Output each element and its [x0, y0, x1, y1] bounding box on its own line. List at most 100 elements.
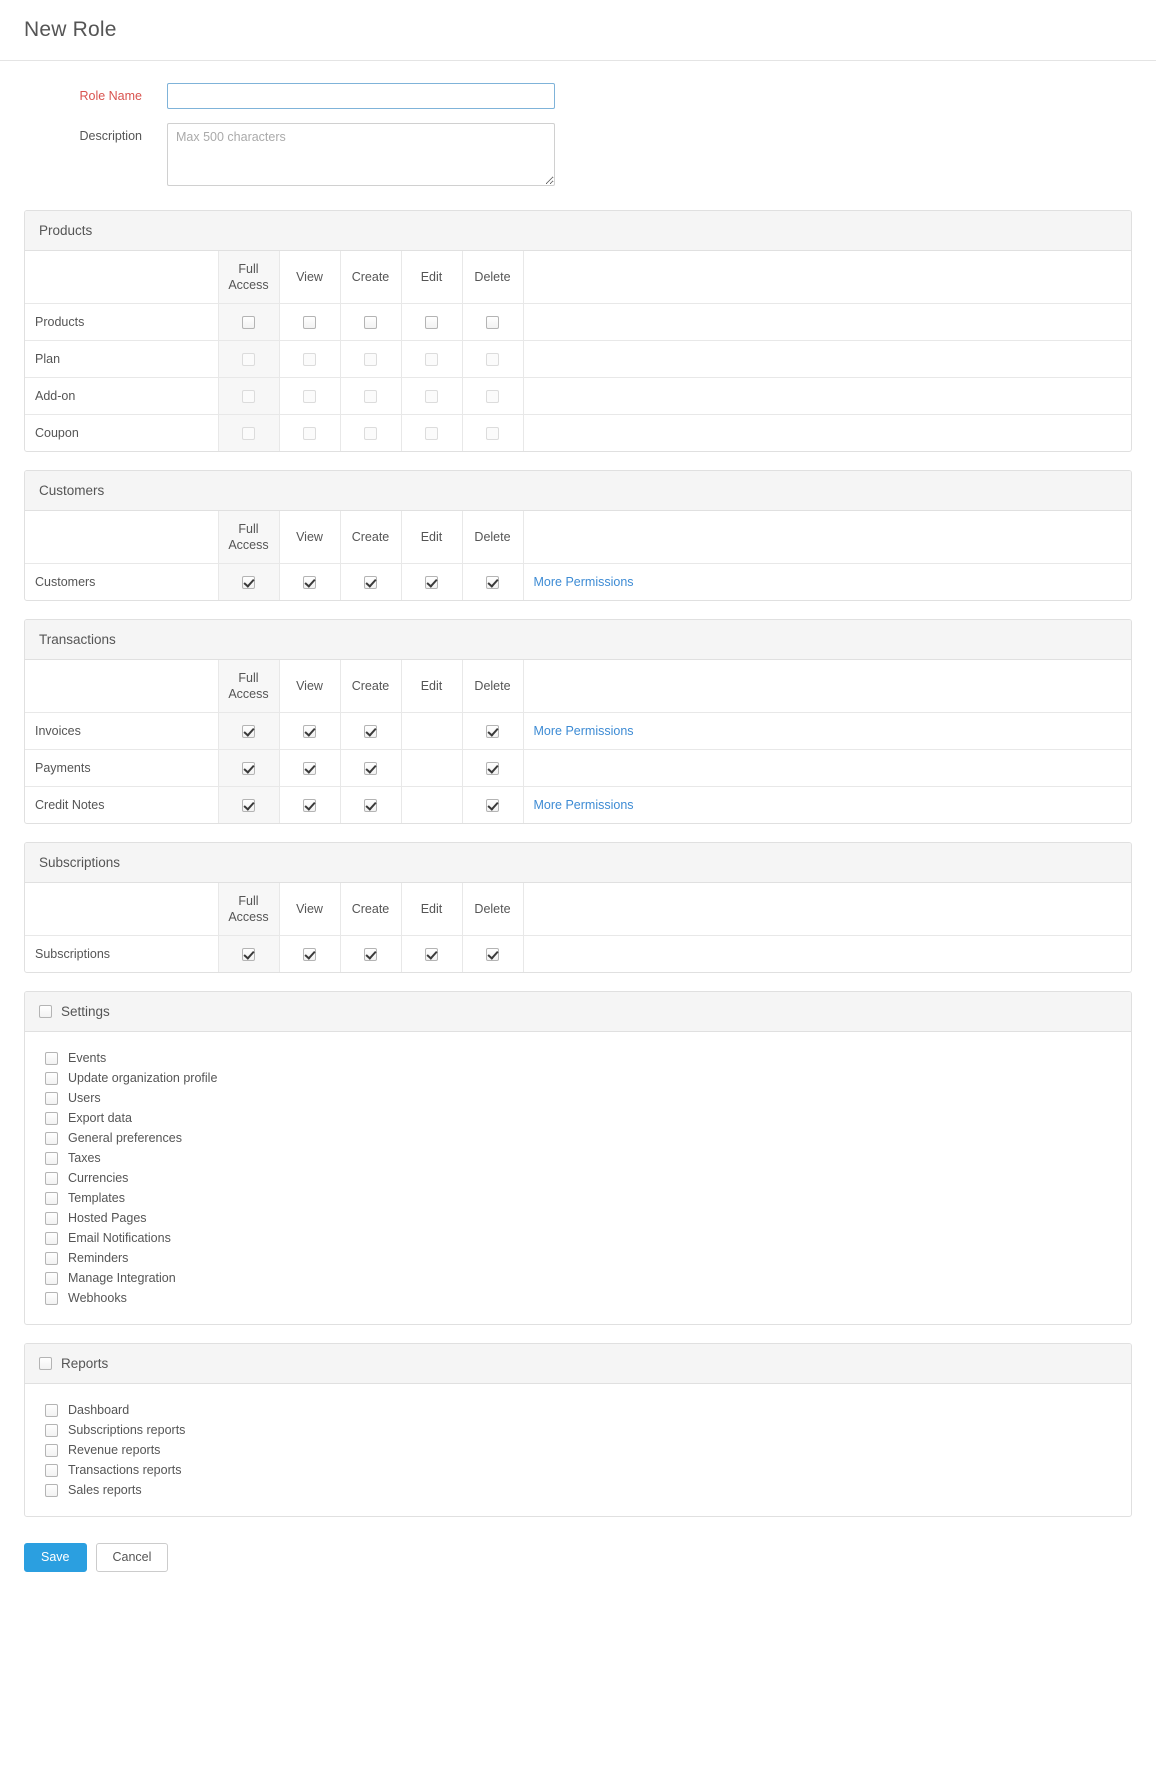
permission-checkbox-full-access[interactable]	[242, 762, 255, 776]
permission-checkbox-view[interactable]	[303, 799, 316, 813]
list-item[interactable]: Sales reports	[45, 1480, 1131, 1500]
list-item[interactable]: Events	[45, 1048, 1131, 1068]
list-item[interactable]: Currencies	[45, 1168, 1131, 1188]
option-checkbox[interactable]	[45, 1291, 58, 1305]
option-checkbox[interactable]	[45, 1071, 58, 1085]
panel-title: Settings	[61, 1004, 110, 1019]
permission-checkbox-create[interactable]	[364, 725, 377, 739]
list-item[interactable]: Email Notifications	[45, 1228, 1131, 1248]
permission-cell-delete	[462, 340, 524, 378]
permission-checkbox-delete[interactable]	[486, 762, 499, 776]
table-row: Products	[25, 303, 1131, 341]
permission-checkbox-view[interactable]	[303, 762, 316, 776]
more-permissions-link[interactable]: More Permissions	[534, 724, 634, 738]
list-item[interactable]: Hosted Pages	[45, 1208, 1131, 1228]
list-item[interactable]: Templates	[45, 1188, 1131, 1208]
option-checkbox[interactable]	[45, 1151, 58, 1165]
table-row: Payments	[25, 749, 1131, 787]
permission-checkbox-delete[interactable]	[486, 316, 499, 330]
list-item[interactable]: Manage Integration	[45, 1268, 1131, 1288]
permission-checkbox-view[interactable]	[303, 576, 316, 590]
cancel-button[interactable]: Cancel	[95, 1543, 169, 1572]
panel-reports: Reports Dashboard Subscriptions reports Rev…	[24, 1343, 1132, 1517]
table-header-row: Full Access View Create Edit Delete	[25, 511, 1131, 564]
permission-checkbox-delete[interactable]	[486, 948, 499, 962]
permission-checkbox-create[interactable]	[364, 316, 377, 330]
option-checkbox[interactable]	[45, 1051, 58, 1065]
permission-checkbox-delete[interactable]	[486, 576, 499, 590]
list-item[interactable]: Users	[45, 1088, 1131, 1108]
list-item[interactable]: Transactions reports	[45, 1460, 1131, 1480]
permission-checkbox-full-access[interactable]	[242, 799, 255, 813]
list-item[interactable]: Taxes	[45, 1148, 1131, 1168]
permission-cell-full-access	[218, 749, 280, 787]
permission-checkbox-view[interactable]	[303, 316, 316, 330]
permission-checkbox-edit	[425, 390, 438, 404]
permission-cell-full-access	[218, 712, 280, 750]
list-item[interactable]: Reminders	[45, 1248, 1131, 1268]
option-checkbox[interactable]	[45, 1271, 58, 1285]
permission-checkbox-edit[interactable]	[425, 316, 438, 330]
permission-cell-edit	[401, 563, 463, 600]
list-item[interactable]: Subscriptions reports	[45, 1420, 1131, 1440]
permission-checkbox-create[interactable]	[364, 762, 377, 776]
list-item[interactable]: General preferences	[45, 1128, 1131, 1148]
column-header-entity	[25, 511, 219, 564]
permission-checkbox-edit[interactable]	[425, 576, 438, 590]
permission-checkbox-full-access[interactable]	[242, 576, 255, 590]
permission-cell-view	[279, 563, 341, 600]
list-item[interactable]: Webhooks	[45, 1288, 1131, 1308]
permission-checkbox-view	[303, 427, 316, 441]
role-name-input[interactable]	[167, 83, 555, 109]
panel-subscriptions: Subscriptions Full Access View Create Edit De…	[24, 842, 1132, 973]
permission-checkbox-full-access[interactable]	[242, 948, 255, 962]
permission-cell-edit	[401, 303, 463, 341]
list-item[interactable]: Dashboard	[45, 1400, 1131, 1420]
option-label: Revenue reports	[68, 1443, 161, 1457]
option-checkbox[interactable]	[45, 1423, 58, 1437]
row-actions: More Permissions	[523, 787, 1131, 824]
more-permissions-link[interactable]: More Permissions	[534, 798, 634, 812]
permission-checkbox-full-access[interactable]	[242, 725, 255, 739]
permission-checkbox-create[interactable]	[364, 576, 377, 590]
permission-cell-edit	[401, 340, 463, 378]
permission-checkbox-delete[interactable]	[486, 725, 499, 739]
checkbox-list: Dashboard Subscriptions reports Revenue re…	[25, 1384, 1131, 1516]
option-checkbox[interactable]	[45, 1171, 58, 1185]
permission-cell-create	[340, 563, 402, 600]
option-checkbox[interactable]	[45, 1111, 58, 1125]
section-select-all-checkbox[interactable]	[39, 1005, 52, 1018]
row-label: Credit Notes	[25, 786, 219, 823]
more-permissions-link[interactable]: More Permissions	[534, 575, 634, 589]
section-select-all-checkbox[interactable]	[39, 1357, 52, 1370]
permission-checkbox-view[interactable]	[303, 725, 316, 739]
option-label: Update organization profile	[68, 1071, 218, 1085]
option-checkbox[interactable]	[45, 1131, 58, 1145]
row-actions	[523, 749, 1131, 787]
table-row: Credit Notes More Permissions	[25, 786, 1131, 824]
list-item[interactable]: Revenue reports	[45, 1440, 1131, 1460]
permission-checkbox-full-access[interactable]	[242, 316, 255, 330]
permission-checkbox-view[interactable]	[303, 948, 316, 962]
option-checkbox[interactable]	[45, 1463, 58, 1477]
description-input[interactable]	[167, 123, 555, 186]
option-checkbox[interactable]	[45, 1483, 58, 1497]
list-item[interactable]: Export data	[45, 1108, 1131, 1128]
list-item[interactable]: Update organization profile	[45, 1068, 1131, 1088]
column-header-actions	[523, 660, 1131, 713]
column-header-edit: Edit	[401, 883, 463, 936]
permission-checkbox-create[interactable]	[364, 799, 377, 813]
permission-checkbox-edit[interactable]	[425, 948, 438, 962]
option-checkbox[interactable]	[45, 1191, 58, 1205]
save-button[interactable]: Save	[24, 1543, 87, 1572]
permission-checkbox-delete[interactable]	[486, 799, 499, 813]
option-checkbox[interactable]	[45, 1231, 58, 1245]
column-header-delete: Delete	[462, 251, 524, 304]
option-checkbox[interactable]	[45, 1251, 58, 1265]
permission-checkbox-create[interactable]	[364, 948, 377, 962]
description-row: Description	[0, 123, 1156, 186]
option-checkbox[interactable]	[45, 1091, 58, 1105]
option-checkbox[interactable]	[45, 1443, 58, 1457]
option-checkbox[interactable]	[45, 1403, 58, 1417]
option-checkbox[interactable]	[45, 1211, 58, 1225]
